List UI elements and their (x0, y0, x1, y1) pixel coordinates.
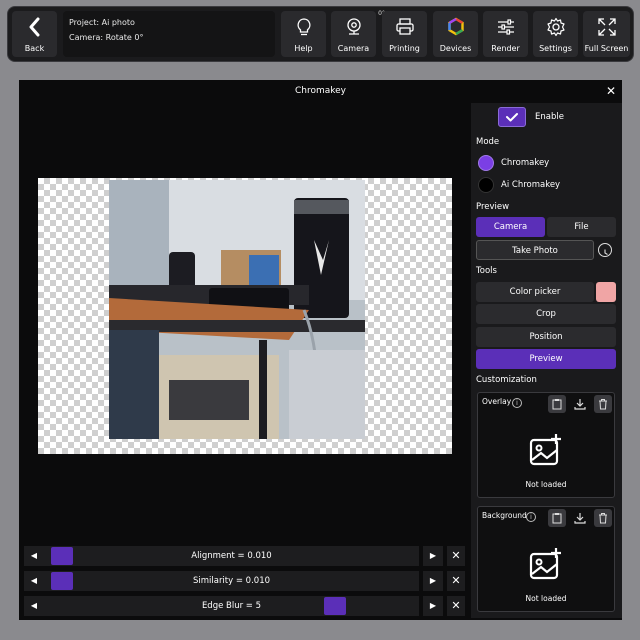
overlay-info-icon[interactable]: i (512, 398, 522, 408)
alignment-value-label: Alignment = 0.010 (191, 551, 272, 561)
devices-label: Devices (439, 44, 472, 53)
mode-heading: Mode (476, 137, 500, 147)
printing-label: Printing (389, 44, 420, 53)
devices-icon (447, 17, 464, 36)
camera-photo (109, 180, 365, 439)
tools-heading: Tools (476, 266, 497, 276)
background-title: Background (482, 511, 527, 520)
overlay-download-button[interactable] (571, 395, 589, 413)
edge-blur-slider[interactable]: Edge Blur = 5 (44, 596, 419, 616)
preview-file-tab[interactable]: File (547, 217, 616, 237)
overlay-card: Overlay i Not loaded (477, 392, 615, 498)
alignment-slider-row: ◀ Alignment = 0.010 ▶ ✕ (24, 546, 465, 566)
ai-chromakey-radio[interactable] (478, 177, 494, 193)
printing-button[interactable]: Printing (382, 11, 427, 57)
close-icon[interactable]: ✕ (606, 83, 616, 99)
overlay-title: Overlay (482, 397, 512, 406)
chromakey-dialog: Chromakey ✕ ◀ Alignment = 0.010 ▶ ✕ ◀ Si… (19, 80, 622, 620)
back-label: Back (24, 44, 45, 53)
add-image-icon[interactable] (528, 433, 564, 469)
fullscreen-label: Full Screen (584, 44, 629, 53)
help-button[interactable]: Help (281, 11, 326, 57)
picked-color-swatch[interactable] (596, 282, 616, 302)
overlay-status: Not loaded (525, 480, 567, 489)
printer-icon (395, 18, 414, 35)
chromakey-radio[interactable] (478, 155, 494, 171)
devices-button[interactable]: Devices (433, 11, 478, 57)
preview-camera-tab[interactable]: Camera (476, 217, 545, 237)
background-card: Background i Not loaded (477, 506, 615, 612)
gear-icon (546, 17, 565, 37)
color-picker-button[interactable]: Color picker (476, 282, 594, 302)
trash-icon (599, 399, 607, 410)
chevron-left-icon (29, 17, 39, 37)
similarity-increase-button[interactable]: ▶ (423, 571, 443, 591)
project-info: Project: Ai photo Camera: Rotate 0° (63, 11, 275, 57)
fullscreen-button[interactable]: Full Screen (583, 11, 630, 57)
customization-heading: Customization (476, 375, 537, 385)
back-button[interactable]: Back (12, 11, 57, 57)
background-paste-button[interactable] (548, 509, 566, 527)
similarity-reset-button[interactable]: ✕ (447, 571, 465, 591)
timer-icon[interactable] (598, 243, 612, 257)
position-button[interactable]: Position (476, 327, 616, 347)
render-label: Render (491, 44, 520, 53)
clipboard-icon (552, 513, 562, 524)
render-button[interactable]: Render (483, 11, 528, 57)
check-icon (506, 113, 518, 122)
overlay-delete-button[interactable] (594, 395, 612, 413)
edge-blur-value-label: Edge Blur = 5 (201, 601, 262, 611)
alignment-increase-button[interactable]: ▶ (423, 546, 443, 566)
settings-panel: Enable Mode Chromakey Ai Chromakey Previ… (471, 103, 622, 618)
alignment-reset-button[interactable]: ✕ (447, 546, 465, 566)
alignment-decrease-button[interactable]: ◀ (24, 546, 44, 566)
edge-blur-slider-row: ◀ Edge Blur = 5 ▶ ✕ (24, 596, 465, 616)
settings-label: Settings (539, 44, 572, 53)
camera-text: Camera: Rotate 0° (69, 33, 144, 42)
background-download-button[interactable] (571, 509, 589, 527)
background-status: Not loaded (525, 594, 567, 603)
similarity-value-label: Similarity = 0.010 (192, 576, 271, 586)
alignment-slider[interactable]: Alignment = 0.010 (44, 546, 419, 566)
webcam-icon (346, 18, 361, 35)
help-label: Help (294, 44, 313, 53)
chromakey-preview (38, 178, 452, 454)
edge-blur-reset-button[interactable]: ✕ (447, 596, 465, 616)
chromakey-radio-label: Chromakey (501, 158, 550, 168)
download-icon (574, 513, 586, 524)
background-info-icon[interactable]: i (526, 512, 536, 522)
preview-button[interactable]: Preview (476, 349, 616, 369)
similarity-slider-row: ◀ Similarity = 0.010 ▶ ✕ (24, 571, 465, 591)
similarity-decrease-button[interactable]: ◀ (24, 571, 44, 591)
camera-label: Camera (337, 44, 370, 53)
preview-heading: Preview (476, 202, 510, 212)
enable-label: Enable (535, 112, 564, 122)
similarity-slider[interactable]: Similarity = 0.010 (44, 571, 419, 591)
top-toolbar: Back Project: Ai photo Camera: Rotate 0°… (7, 6, 634, 62)
download-icon (574, 399, 586, 410)
clipboard-icon (552, 399, 562, 410)
take-photo-button[interactable]: Take Photo (476, 240, 594, 260)
ai-chromakey-radio-label: Ai Chromakey (501, 180, 561, 190)
sliders-icon (497, 19, 514, 35)
photo-scene (109, 180, 365, 439)
fullscreen-icon (597, 18, 616, 36)
dialog-title: Chromakey (294, 86, 347, 96)
add-image-icon[interactable] (528, 547, 564, 583)
edge-blur-decrease-button[interactable]: ◀ (24, 596, 44, 616)
enable-checkbox[interactable] (498, 107, 526, 127)
crop-button[interactable]: Crop (476, 304, 616, 324)
overlay-paste-button[interactable] (548, 395, 566, 413)
background-delete-button[interactable] (594, 509, 612, 527)
trash-icon (599, 513, 607, 524)
project-text: Project: Ai photo (69, 18, 135, 27)
settings-button[interactable]: Settings (533, 11, 578, 57)
lightbulb-icon (296, 18, 311, 36)
camera-button[interactable]: 0° Camera (331, 10, 385, 57)
edge-blur-increase-button[interactable]: ▶ (423, 596, 443, 616)
